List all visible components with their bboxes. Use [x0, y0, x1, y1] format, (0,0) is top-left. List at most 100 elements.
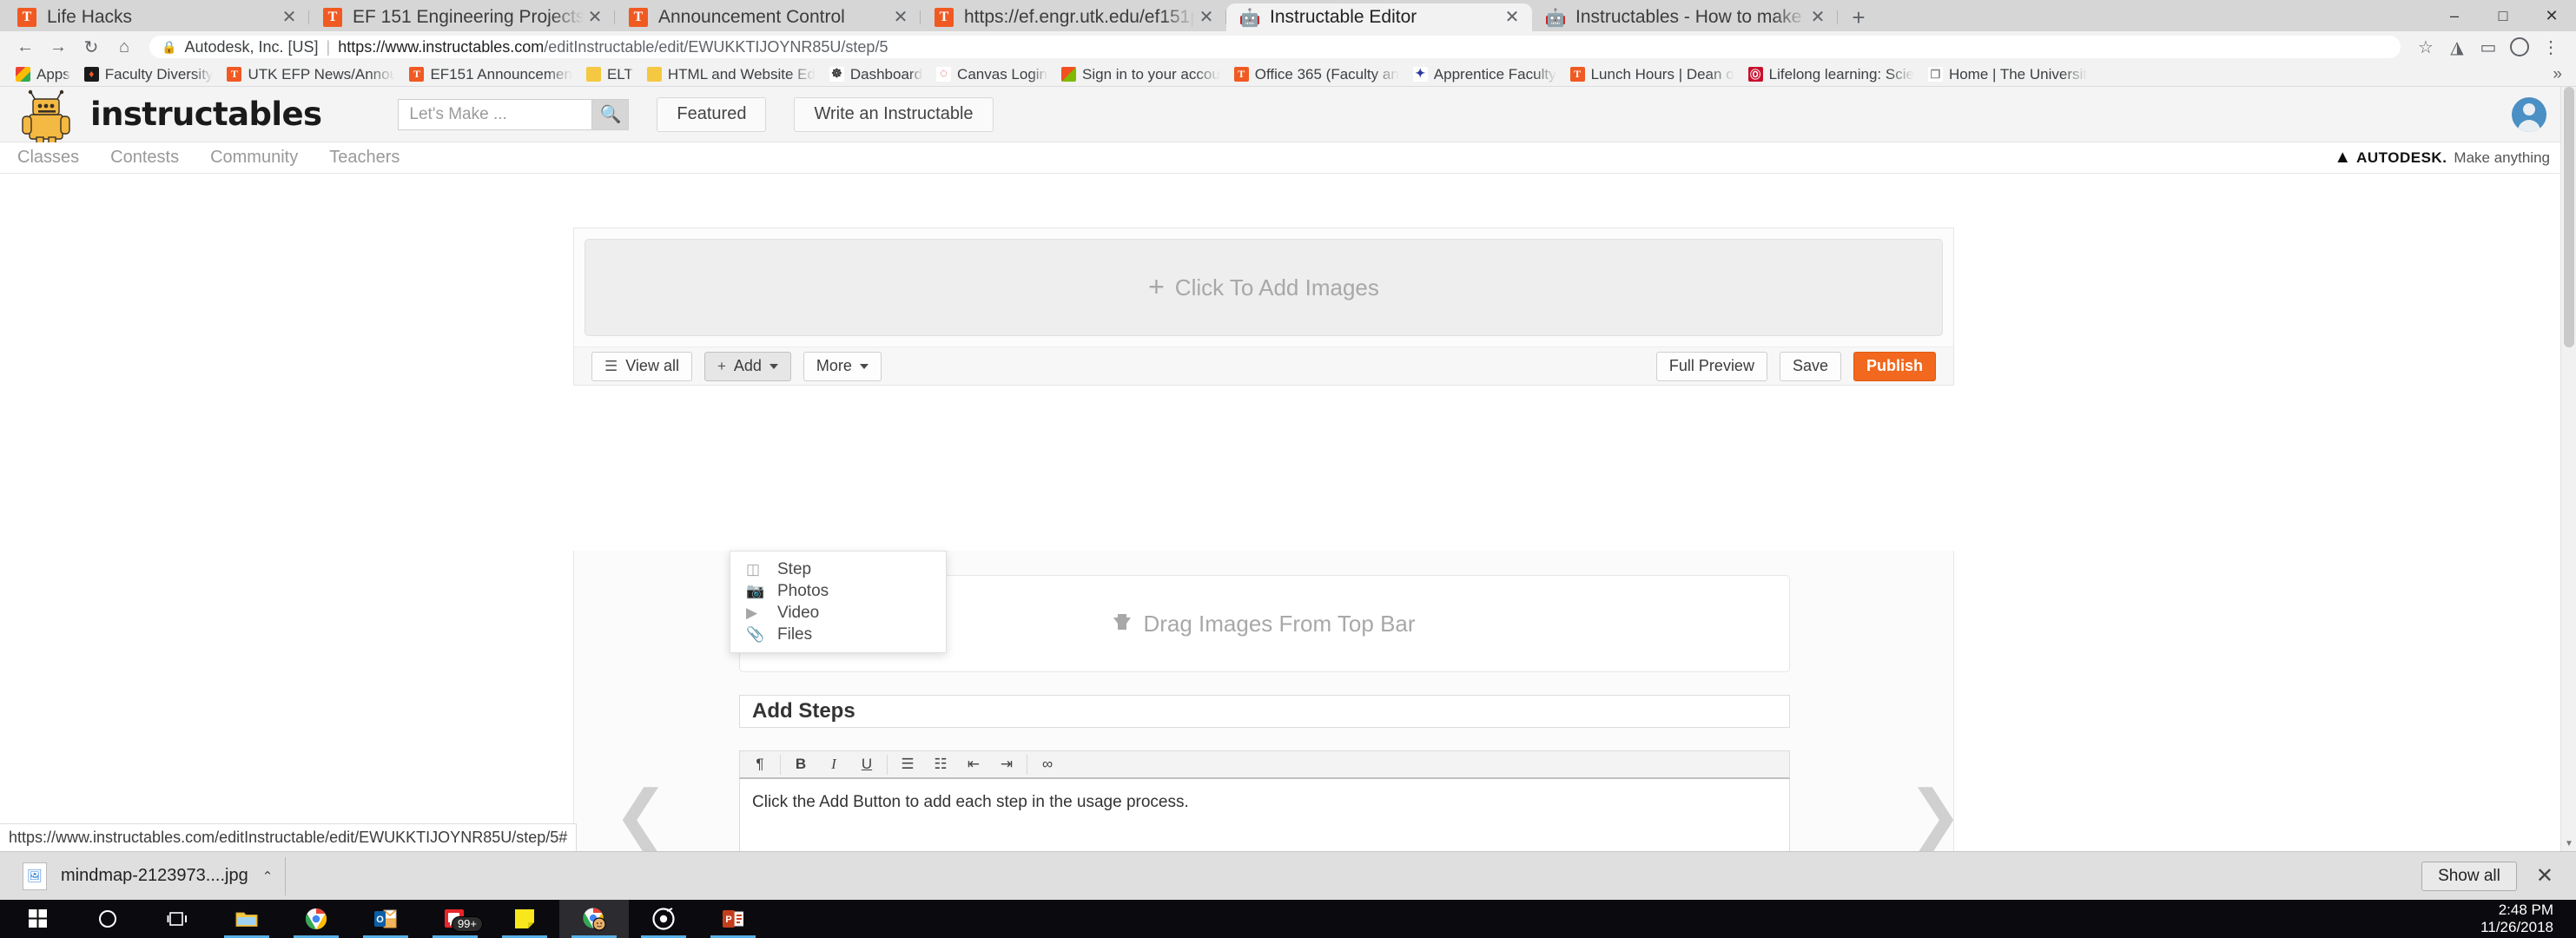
step-body-editor[interactable]: Click the Add Button to add each step in… [739, 779, 1790, 851]
more-label: More [816, 357, 852, 374]
bookmark-apprentice-faculty[interactable]: ✦ Apprentice Faculty [1406, 64, 1563, 85]
bookmark-elt[interactable]: ELT [579, 64, 640, 85]
minimize-icon[interactable]: – [2430, 0, 2479, 31]
start-button[interactable] [3, 900, 73, 938]
nav-item-community[interactable]: Community [210, 148, 298, 168]
publish-button[interactable]: Publish [1853, 351, 1936, 381]
step-title-input[interactable]: Add Steps [739, 695, 1790, 728]
close-window-icon[interactable]: ✕ [2527, 0, 2576, 31]
maximize-icon[interactable]: □ [2479, 0, 2527, 31]
powerpoint-button[interactable]: P [698, 900, 768, 938]
bookmark-dashboard[interactable]: ☸ Dashboard [822, 64, 929, 85]
view-all-button[interactable]: ☰ View all [591, 351, 692, 381]
add-button[interactable]: + Add [703, 351, 791, 381]
notifications-app-button[interactable]: 99+ [420, 900, 490, 938]
featured-button[interactable]: Featured [657, 96, 767, 132]
tab-close-icon[interactable]: ✕ [1501, 9, 1523, 26]
menu-item-step[interactable]: ◫ Step [730, 558, 946, 580]
browser-tab-2[interactable]: T EF 151 Engineering Projects ✕ [309, 3, 615, 31]
tab-close-icon[interactable]: ✕ [278, 9, 301, 26]
zoom-app-button[interactable] [629, 900, 698, 938]
cortana-search-button[interactable] [73, 900, 142, 938]
download-item[interactable]: 🖼 mindmap-2123973....jpg ⌃ [10, 856, 287, 895]
bold-icon[interactable]: B [784, 751, 817, 778]
browser-tab-6[interactable]: 🤖 Instructables - How to make any ✕ [1532, 3, 1838, 31]
outdent-icon[interactable]: ⇤ [957, 751, 990, 778]
profile-avatar-icon[interactable] [2505, 34, 2534, 60]
tab-close-icon[interactable]: ✕ [1195, 9, 1218, 26]
site-identity: Autodesk, Inc. [US] [184, 37, 319, 56]
insert-link-icon[interactable]: ∞ [1031, 751, 1064, 778]
menu-item-video[interactable]: ▶ Video [730, 602, 946, 624]
bookmarks-overflow-icon[interactable]: » [2553, 65, 2562, 84]
site-search[interactable]: 🔍 [398, 98, 630, 130]
bookmark-canvas-login[interactable]: ◌ Canvas Login [929, 64, 1054, 85]
menu-item-files[interactable]: 📎 Files [730, 624, 946, 645]
outlook-button[interactable]: O [351, 900, 420, 938]
save-button[interactable]: Save [1779, 351, 1841, 381]
puzzle-extension-icon[interactable]: ◮ [2442, 34, 2472, 60]
scrollbar-thumb[interactable] [2564, 87, 2574, 347]
next-step-arrow[interactable]: ❯ [1907, 782, 1963, 848]
bookmark-lunch-hours[interactable]: T Lunch Hours | Dean o [1563, 64, 1741, 85]
bookmark-faculty-diversity[interactable]: ♦ Faculty Diversity [77, 64, 221, 85]
bookmark-office365[interactable]: T Office 365 (Faculty an [1227, 64, 1406, 85]
chevron-up-icon[interactable]: ⌃ [262, 869, 274, 884]
taskbar-clock[interactable]: 2:48 PM 11/26/2018 [2480, 902, 2576, 936]
reload-icon[interactable]: ↻ [76, 34, 106, 60]
tab-close-icon[interactable]: ✕ [889, 9, 912, 26]
nav-item-contests[interactable]: Contests [110, 148, 179, 168]
bookmark-utk-efp-news[interactable]: T UTK EFP News/Annou [220, 64, 402, 85]
chrome-profile-icon [583, 908, 606, 931]
indent-icon[interactable]: ⇥ [990, 751, 1023, 778]
write-instructable-button[interactable]: Write an Instructable [794, 96, 994, 132]
site-logo[interactable]: instructables [19, 87, 322, 149]
utk-t-icon: T [17, 8, 36, 27]
cast-icon[interactable]: ▭ [2474, 34, 2503, 60]
image-drop-bar[interactable]: + Click To Add Images [585, 239, 1943, 336]
browser-tab-4[interactable]: T https://ef.engr.utk.edu/ef151p-20 ✕ [921, 3, 1226, 31]
numbered-list-icon[interactable]: ☷ [924, 751, 957, 778]
previous-step-arrow[interactable]: ❮ [613, 782, 669, 848]
italic-icon[interactable]: I [817, 751, 850, 778]
nav-item-classes[interactable]: Classes [17, 148, 79, 168]
bookmark-ef151-announcements[interactable]: T EF151 Announcemen [402, 64, 579, 85]
file-explorer-button[interactable] [212, 900, 281, 938]
underline-icon[interactable]: U [850, 751, 883, 778]
search-icon[interactable]: 🔍 [591, 99, 629, 129]
browser-tab-1[interactable]: T Life Hacks ✕ [3, 3, 309, 31]
bookmark-star-icon[interactable]: ☆ [2411, 34, 2441, 60]
search-input[interactable] [399, 99, 592, 129]
nav-item-teachers[interactable]: Teachers [329, 148, 400, 168]
menu-item-photos[interactable]: 📷 Photos [730, 580, 946, 602]
full-preview-button[interactable]: Full Preview [1655, 351, 1767, 381]
show-all-downloads-button[interactable]: Show all [2421, 861, 2517, 891]
task-view-button[interactable] [142, 900, 212, 938]
more-button[interactable]: More [803, 351, 882, 381]
chrome-profile-button[interactable] [559, 900, 629, 938]
bookmark-signin-account[interactable]: Sign in to your accou [1054, 64, 1227, 85]
chrome-button[interactable] [281, 900, 351, 938]
forward-icon[interactable]: → [43, 34, 73, 60]
paragraph-format-icon[interactable]: ¶ [743, 751, 776, 778]
bullet-list-icon[interactable]: ☰ [891, 751, 924, 778]
tab-close-icon[interactable]: ✕ [1807, 9, 1829, 26]
browser-tab-3[interactable]: T Announcement Control ✕ [615, 3, 921, 31]
address-bar[interactable]: 🔒 Autodesk, Inc. [US] | https://www.inst… [149, 36, 2401, 58]
tab-close-icon[interactable]: ✕ [584, 9, 606, 26]
bookmark-apps[interactable]: Apps [9, 64, 77, 85]
browser-menu-icon[interactable]: ⋮ [2536, 34, 2566, 60]
page-scrollbar[interactable]: ▲ ▼ [2560, 87, 2576, 851]
bookmark-lifelong-learning[interactable]: Ⓞ Lifelong learning: Scie [1741, 64, 1921, 85]
close-shelf-icon[interactable]: ✕ [2536, 863, 2566, 888]
bookmark-label: Lunch Hours | Dean o [1590, 65, 1734, 83]
scroll-down-icon[interactable]: ▼ [2561, 836, 2576, 851]
browser-tab-5-active[interactable]: 🤖 Instructable Editor ✕ [1226, 3, 1532, 31]
sticky-notes-button[interactable] [490, 900, 559, 938]
home-icon[interactable]: ⌂ [109, 34, 139, 60]
bookmark-home-university[interactable]: ❐ Home | The Universit [1921, 64, 2094, 85]
user-avatar-icon[interactable] [2512, 97, 2546, 132]
bookmark-html-website[interactable]: HTML and Website Ed [640, 64, 822, 85]
back-icon[interactable]: ← [10, 34, 40, 60]
new-tab-button[interactable]: + [1838, 3, 1879, 31]
